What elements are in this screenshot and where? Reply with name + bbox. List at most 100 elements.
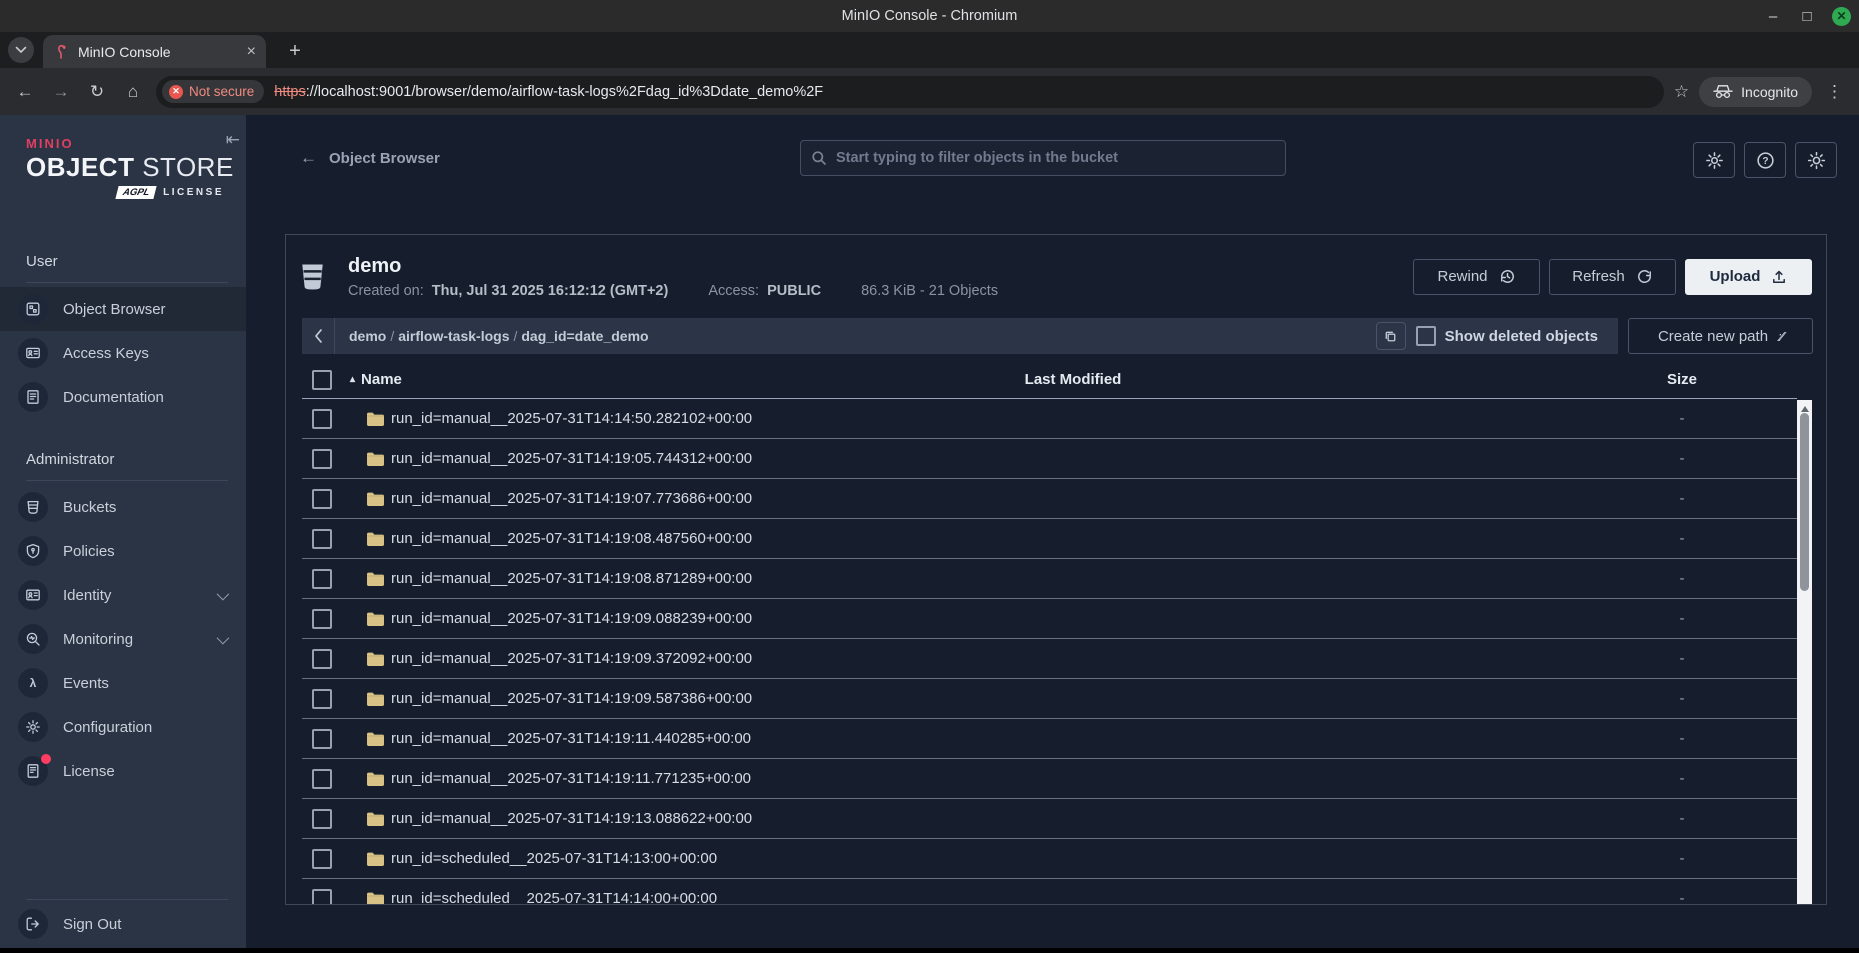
folder-icon [366, 811, 385, 827]
create-path-button[interactable]: Create new path :∕∕ [1628, 318, 1813, 354]
help-button[interactable]: ? [1744, 142, 1786, 178]
back-button[interactable]: ← [12, 79, 38, 105]
reload-button[interactable]: ↻ [84, 79, 110, 105]
sidebar-item-identity[interactable]: Identity [0, 573, 246, 617]
tab-close-button[interactable]: × [247, 44, 256, 60]
copy-path-button[interactable] [1376, 322, 1406, 350]
browser-tab[interactable]: MinIO Console × [43, 35, 266, 68]
rewind-button[interactable]: Rewind [1413, 259, 1540, 295]
collapse-sidebar-button[interactable]: ⇤ [226, 131, 240, 148]
table-row[interactable]: run_id=scheduled__2025-07-31T14:14:00+00… [302, 879, 1797, 905]
main-header: ← Object Browser ? [246, 115, 1859, 205]
sidebar-item-label: Sign Out [63, 916, 121, 933]
window-title: MinIO Console - Chromium [0, 8, 1859, 24]
row-checkbox[interactable] [312, 849, 332, 869]
brand-name: MINIO [26, 136, 226, 151]
table-row[interactable]: run_id=manual__2025-07-31T14:19:08.87128… [302, 559, 1797, 599]
row-checkbox[interactable] [312, 649, 332, 669]
table-row[interactable]: run_id=manual__2025-07-31T14:19:09.37209… [302, 639, 1797, 679]
bookmark-star-icon[interactable]: ☆ [1674, 82, 1689, 102]
sidebar-item-monitoring[interactable]: Monitoring [0, 617, 246, 661]
identity-icon [18, 580, 48, 610]
row-checkbox[interactable] [312, 489, 332, 509]
row-checkbox[interactable] [312, 889, 332, 906]
browser-menu-button[interactable]: ⋮ [1822, 82, 1847, 102]
sidebar-item-license[interactable]: License [0, 749, 246, 793]
object-size: - [1650, 850, 1714, 867]
table-row[interactable]: run_id=manual__2025-07-31T14:19:13.08862… [302, 799, 1797, 839]
sidebar-item-access-keys[interactable]: Access Keys [0, 331, 246, 375]
back-arrow-icon[interactable]: ← [300, 148, 317, 168]
access-value: PUBLIC [767, 283, 821, 299]
url-bar[interactable]: ✕ Not secure https://localhost:9001/brow… [156, 76, 1664, 108]
table-row[interactable]: run_id=manual__2025-07-31T14:19:05.74431… [302, 439, 1797, 479]
table-row[interactable]: run_id=manual__2025-07-31T14:19:11.44028… [302, 719, 1797, 759]
bucket-name: demo [348, 255, 1413, 278]
search-input[interactable] [836, 150, 1275, 166]
row-checkbox[interactable] [312, 729, 332, 749]
table-row[interactable]: run_id=manual__2025-07-31T14:19:07.77368… [302, 479, 1797, 519]
forward-button[interactable]: → [48, 79, 74, 105]
row-checkbox[interactable] [312, 569, 332, 589]
row-checkbox[interactable] [312, 409, 332, 429]
sidebar-item-documentation[interactable]: Documentation [0, 375, 246, 419]
minio-logo: MINIO OBJECT STORE AGPL LICENSE [0, 115, 246, 199]
table-row[interactable]: run_id=manual__2025-07-31T14:19:08.48756… [302, 519, 1797, 559]
home-button[interactable]: ⌂ [120, 79, 146, 105]
table-row[interactable]: run_id=manual__2025-07-31T14:19:09.08823… [302, 599, 1797, 639]
close-button[interactable]: ✕ [1832, 7, 1851, 26]
sidebar-item-object-browser[interactable]: Object Browser [0, 287, 246, 331]
row-checkbox[interactable] [312, 689, 332, 709]
column-last-modified[interactable]: Last Modified [873, 371, 1273, 388]
table-row[interactable]: run_id=manual__2025-07-31T14:19:09.58738… [302, 679, 1797, 719]
breadcrumb-item[interactable]: demo [349, 328, 386, 344]
minio-console: ⇤ MINIO OBJECT STORE AGPL LICENSE User O… [0, 115, 1859, 948]
sidebar-item-configuration[interactable]: Configuration [0, 705, 246, 749]
minimize-button[interactable]: – [1764, 8, 1782, 25]
page-title-group[interactable]: ← Object Browser [300, 148, 440, 168]
column-name[interactable]: ▴Name [350, 371, 402, 388]
table-row[interactable]: run_id=manual__2025-07-31T14:14:50.28210… [302, 399, 1797, 439]
chromium-window: MinIO Console - Chromium – □ ✕ MinIO Con… [0, 0, 1859, 953]
refresh-button[interactable]: Refresh [1549, 259, 1676, 295]
scroll-up-arrow[interactable] [1801, 406, 1809, 412]
incognito-label: Incognito [1741, 84, 1798, 100]
upload-button[interactable]: Upload [1685, 259, 1812, 295]
upload-icon [1771, 269, 1787, 285]
row-checkbox[interactable] [312, 769, 332, 789]
divider [26, 480, 228, 481]
row-checkbox[interactable] [312, 529, 332, 549]
maximize-button[interactable]: □ [1798, 8, 1816, 25]
browser-toolbar: ← → ↻ ⌂ ✕ Not secure https://localhost:9… [0, 68, 1859, 115]
table-row[interactable]: run_id=scheduled__2025-07-31T14:13:00+00… [302, 839, 1797, 879]
scrollbar-thumb[interactable] [1800, 413, 1809, 591]
create-path-icon: :∕∕ [1778, 329, 1783, 344]
settings-button[interactable] [1693, 142, 1735, 178]
chevron-down-icon [217, 587, 230, 600]
sidebar-item-events[interactable]: λ Events [0, 661, 246, 705]
column-size[interactable]: Size [1650, 371, 1714, 388]
theme-toggle-button[interactable] [1795, 142, 1837, 178]
folder-icon [366, 411, 385, 427]
row-checkbox[interactable] [312, 609, 332, 629]
sidebar-item-buckets[interactable]: Buckets [0, 485, 246, 529]
sidebar-item-policies[interactable]: Policies [0, 529, 246, 573]
row-checkbox[interactable] [312, 809, 332, 829]
sidebar-item-sign-out[interactable]: Sign Out [0, 902, 246, 946]
breadcrumb-item[interactable]: dag_id=date_demo [521, 328, 648, 344]
table-scrollbar[interactable] [1797, 400, 1812, 904]
show-deleted-checkbox[interactable] [1416, 326, 1436, 346]
new-tab-button[interactable]: + [282, 38, 308, 64]
url-scheme: https [274, 84, 305, 100]
row-checkbox[interactable] [312, 449, 332, 469]
security-chip[interactable]: ✕ Not secure [162, 80, 264, 103]
breadcrumb-item[interactable]: airflow-task-logs [398, 328, 509, 344]
breadcrumb-back-button[interactable] [302, 318, 335, 354]
object-name: run_id=manual__2025-07-31T14:19:08.48756… [391, 530, 752, 547]
folder-icon [366, 491, 385, 507]
object-size: - [1650, 730, 1714, 747]
table-row[interactable]: run_id=manual__2025-07-31T14:19:11.77123… [302, 759, 1797, 799]
select-all-checkbox[interactable] [312, 370, 332, 390]
tab-search-button[interactable] [8, 37, 34, 63]
configuration-icon [18, 712, 48, 742]
